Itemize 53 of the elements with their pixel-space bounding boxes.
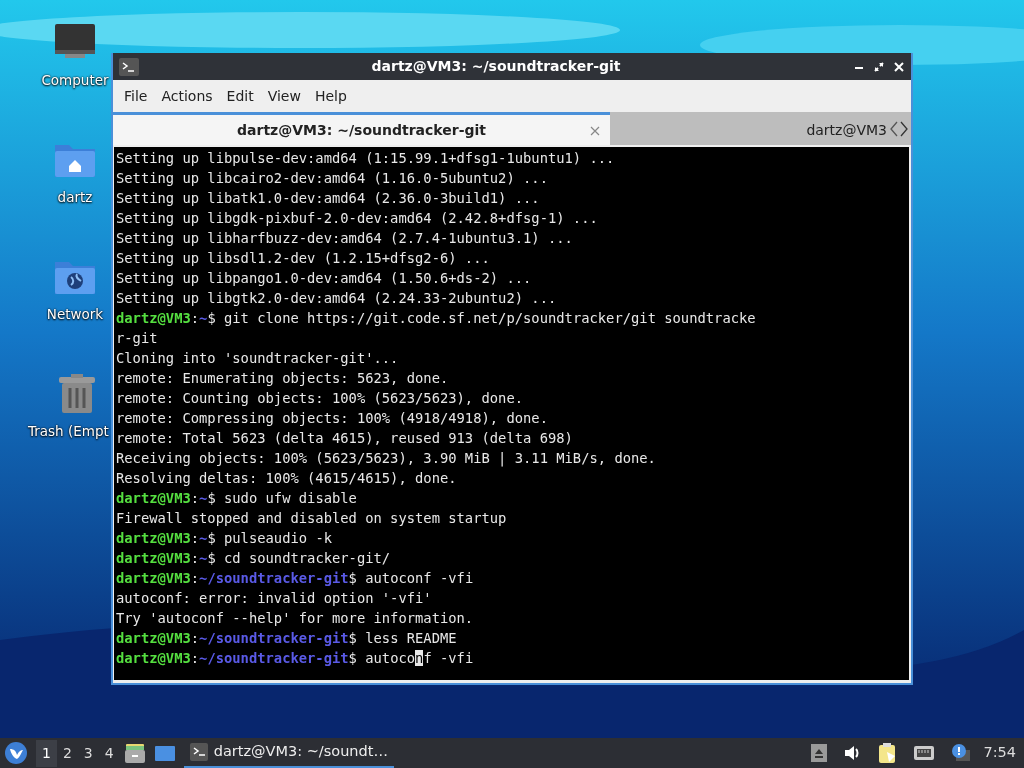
terminal-line: Setting up libharfbuzz-dev:amd64 (2.7.4-1ubuntu3.1) ... [116, 229, 573, 248]
terminal-icon [119, 57, 139, 76]
notification-icon[interactable] [951, 743, 972, 763]
terminal-line: dartz@VM3:~/soundtracker-git$ autoconf -vfi [116, 569, 474, 588]
workspace-button[interactable]: 1 [36, 739, 57, 767]
terminal-line: dartz@VM3:~$ cd soundtracker-git/ [116, 549, 391, 568]
terminal-line: remote: Total 5623 (delta 4615), reused 913 (delta 698) [116, 429, 573, 448]
menu-item[interactable]: Edit [219, 85, 261, 107]
eject-icon[interactable] [811, 744, 828, 762]
terminal-line: dartz@VM3:~$ git clone https://git.code.sf.net/p/soundtracker/git soundtracke [116, 309, 756, 328]
tab[interactable]: dartz@VM3 [610, 112, 889, 145]
menu-item[interactable]: View [260, 85, 308, 107]
clipboard-icon[interactable] [877, 742, 898, 764]
terminal-line: remote: Compressing objects: 100% (4918/4918), done. [116, 409, 548, 428]
terminal-line: Setting up libcairo2-dev:amd64 (1.16.0-5ubuntu2) ... [116, 169, 548, 188]
terminal-line: Setting up libgdk-pixbuf-2.0-dev:amd64 (2.42.8+dfsg-1) ... [116, 209, 598, 228]
menu-item[interactable]: Help [307, 85, 354, 107]
terminal-line: Try 'autoconf --help' for more information. [116, 609, 474, 628]
workspace-button[interactable]: 4 [98, 739, 120, 767]
terminal-line: dartz@VM3:~$ sudo ufw disable [116, 489, 357, 508]
menu-item[interactable]: File [117, 85, 155, 107]
terminal-line: Setting up libatk1.0-dev:amd64 (2.36.0-3build1) ... [116, 189, 540, 208]
terminal-line: r-git [116, 329, 158, 348]
terminal-line: Setting up libpulse-dev:amd64 (1:15.99.1+dfsg1-1ubuntu1) ... [116, 149, 615, 168]
terminal-line: remote: Counting objects: 100% (5623/5623), done. [116, 389, 523, 408]
clock: 7:54 [983, 743, 1016, 763]
terminal-line: dartz@VM3:~/soundtracker-git$ less README [116, 629, 457, 648]
maximize-icon[interactable] [873, 60, 885, 73]
start-menu-icon[interactable] [4, 741, 28, 765]
terminal-line: Setting up libgtk2.0-dev:amd64 (2.24.33-2ubuntu2) ... [116, 289, 557, 308]
icon-label: Network [46, 305, 104, 324]
icon-label: Computer [41, 71, 109, 90]
terminal-line: dartz@VM3:~/soundtracker-git$ autoconf -vfi [116, 649, 474, 668]
terminal-line: Receiving objects: 100% (5623/5623), 3.90 MiB | 3.11 MiB/s, done. [116, 449, 656, 468]
terminal-line: autoconf: error: invalid option '-vfi' [116, 589, 432, 608]
terminal-line: remote: Enumerating objects: 5623, done. [116, 369, 449, 388]
network-icon[interactable] [913, 745, 936, 761]
icon-label: dartz [57, 188, 93, 207]
menu-item[interactable]: Actions [154, 85, 220, 107]
terminal-line: Firewall stopped and disabled on system startup [116, 509, 507, 528]
terminal-line: Resolving deltas: 100% (4615/4615), done. [116, 469, 457, 488]
file-manager-icon[interactable] [123, 742, 146, 764]
workspace-button[interactable]: 2 [56, 739, 78, 767]
terminal-line: Setting up libpango1.0-dev:amd64 (1.50.6+ds-2) ... [116, 269, 532, 288]
terminal-icon [189, 743, 208, 761]
taskbar-button[interactable]: dartz@VM3: ~/soundt… [183, 738, 394, 768]
tab[interactable]: dartz@VM3: ~/soundtracker-git [113, 112, 610, 145]
terminal-line: Cloning into 'soundtracker-git'... [116, 349, 399, 368]
workspace-button[interactable]: 3 [77, 739, 99, 767]
terminal-line: dartz@VM3:~$ pulseaudio -k [116, 529, 332, 548]
terminal-line: Setting up libsdl1.2-dev (1.2.15+dfsg2-6) ... [116, 249, 490, 268]
icon-label: Trash (Empt [28, 422, 109, 441]
window-title: dartz@VM3: ~/soundtracker-git [370, 57, 622, 76]
